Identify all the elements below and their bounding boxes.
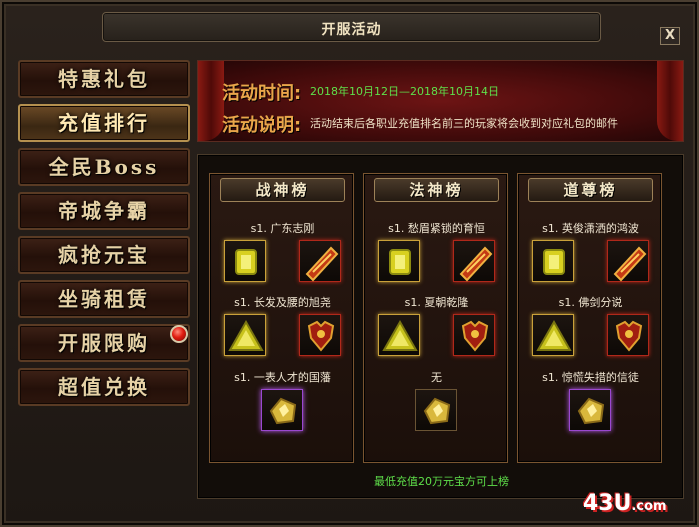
reward-triangle-gem-icon[interactable] [532, 314, 574, 356]
ranking-column-mage: 法神榜 s1. 愁眉紧锁的育恒 s1. 夏朝乾隆 无 [363, 173, 508, 463]
rank-2-player: s1. 佛剑分说 [558, 296, 623, 309]
site-watermark-logo: 43U.com [583, 491, 667, 516]
reward-armor-icon[interactable] [453, 314, 495, 356]
rank-2-player: s1. 夏朝乾隆 [404, 296, 469, 309]
activity-info-banner: 活动时间: 2018年10月12日—2018年10月14日 活动说明: 活动结束… [197, 60, 684, 142]
menu-item-mount-rental[interactable]: 坐骑租赁 [18, 280, 190, 318]
menu-item-world-boss[interactable]: 全民Boss [18, 148, 190, 186]
menu-item-grab-ingots[interactable]: 疯抢元宝 [18, 236, 190, 274]
ranking-column-warrior: 战神榜 s1. 广东志刚 s1. 长发及腰的旭尧 s1. 一表人才的国藩 [209, 173, 354, 463]
rank-3-player: s1. 惊慌失措的信徒 [542, 371, 639, 384]
reward-gem-yellow-icon[interactable] [532, 240, 574, 282]
reward-triangle-gem-icon[interactable] [378, 314, 420, 356]
reward-gold-ore-icon[interactable] [569, 389, 611, 431]
activity-description-label: 活动说明: [222, 115, 302, 136]
activity-time-label: 活动时间: [222, 83, 302, 104]
ranking-panel: 战神榜 s1. 广东志刚 s1. 长发及腰的旭尧 s1. 一表人才的国藩 法神榜… [197, 154, 684, 499]
menu-item-recharge-ranking[interactable]: 充值排行 [18, 104, 190, 142]
window-title: 开服活动 [321, 22, 382, 38]
reward-gold-ore-icon[interactable] [415, 389, 457, 431]
notification-badge [170, 325, 188, 343]
column-title: 道尊榜 [528, 178, 653, 202]
rank-2-player: s1. 长发及腰的旭尧 [234, 296, 331, 309]
reward-scroll-icon[interactable] [453, 240, 495, 282]
column-title: 战神榜 [220, 178, 345, 202]
menu-item-special-gift[interactable]: 特惠礼包 [18, 60, 190, 98]
reward-triangle-gem-icon[interactable] [224, 314, 266, 356]
menu-item-value-exchange[interactable]: 超值兑换 [18, 368, 190, 406]
reward-armor-icon[interactable] [299, 314, 341, 356]
curtain-left-decoration [198, 61, 224, 141]
rank-3-player: 无 [431, 371, 442, 384]
column-title: 法神榜 [374, 178, 499, 202]
rank-1-player: s1. 英俊潇洒的鸿波 [542, 222, 639, 235]
curtain-right-decoration [657, 61, 683, 141]
reward-armor-icon[interactable] [607, 314, 649, 356]
activity-menu: 特惠礼包 充值排行 全民Boss 帝城争霸 疯抢元宝 坐骑租赁 开服限购 超值兑… [14, 57, 194, 413]
menu-item-limited-purchase[interactable]: 开服限购 [18, 324, 190, 362]
activity-time-value: 2018年10月12日—2018年10月14日 [310, 85, 499, 98]
reward-gem-yellow-icon[interactable] [224, 240, 266, 282]
reward-scroll-icon[interactable] [299, 240, 341, 282]
reward-gold-ore-icon[interactable] [261, 389, 303, 431]
ranking-requirement-note: 最低充值20万元宝方可上榜 [374, 475, 509, 488]
rank-1-player: s1. 广东志刚 [250, 222, 315, 235]
rank-1-player: s1. 愁眉紧锁的育恒 [388, 222, 485, 235]
menu-item-city-war[interactable]: 帝城争霸 [18, 192, 190, 230]
activity-description-value: 活动结束后各职业充值排名前三的玩家将会收到对应礼包的邮件 [310, 117, 618, 130]
rank-3-player: s1. 一表人才的国藩 [234, 371, 331, 384]
reward-gem-yellow-icon[interactable] [378, 240, 420, 282]
ranking-column-taoist: 道尊榜 s1. 英俊潇洒的鸿波 s1. 佛剑分说 s1. 惊慌失措的信徒 [517, 173, 662, 463]
reward-scroll-icon[interactable] [607, 240, 649, 282]
close-button[interactable]: X [660, 27, 680, 45]
title-bar: 开服活动 [102, 12, 601, 42]
